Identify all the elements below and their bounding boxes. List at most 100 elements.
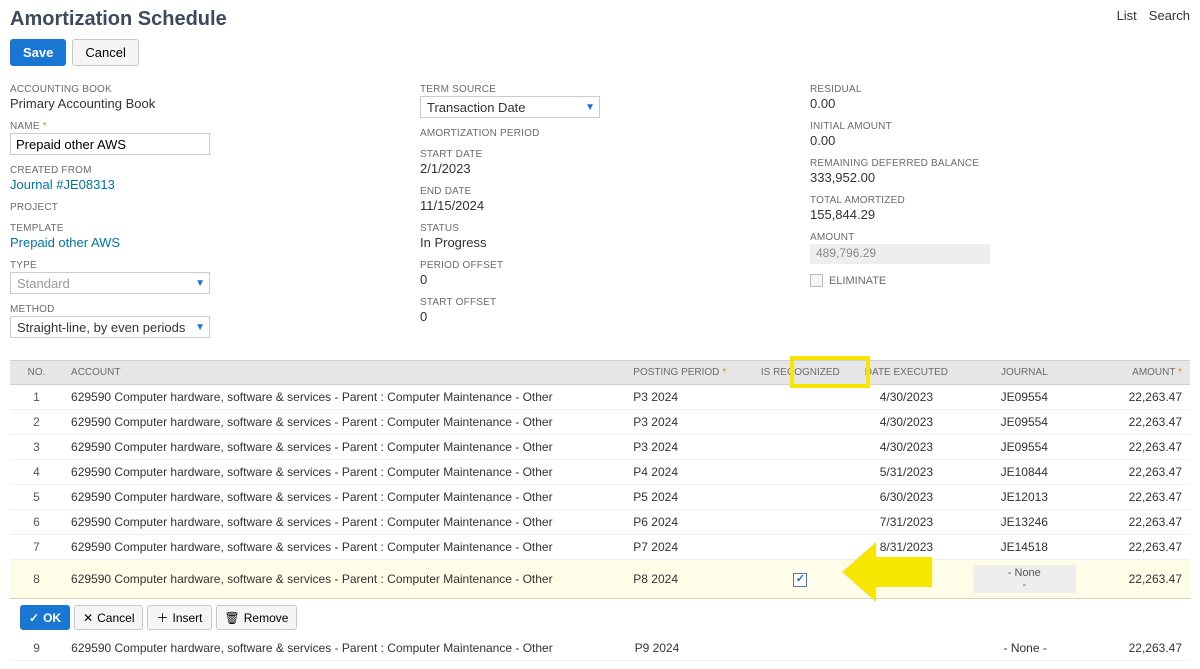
method-select[interactable]: Straight-line, by even periods ▼ bbox=[10, 316, 210, 338]
row-amount: 22,263.47 bbox=[1084, 410, 1190, 435]
total-amortized-label: TOTAL AMORTIZED bbox=[810, 195, 1190, 206]
page-title: Amortization Schedule bbox=[10, 8, 227, 31]
table-row[interactable]: 7629590 Computer hardware, software & se… bbox=[10, 535, 1190, 560]
period-offset-label: PERIOD OFFSET bbox=[420, 260, 790, 271]
type-label: TYPE bbox=[10, 260, 400, 271]
row-journal: JE09554 bbox=[965, 410, 1084, 435]
table-row[interactable]: 3629590 Computer hardware, software & se… bbox=[10, 435, 1190, 460]
start-offset-label: START OFFSET bbox=[420, 297, 790, 308]
col-date-executed: DATE EXECUTED bbox=[848, 361, 965, 385]
plus-icon: ＋ bbox=[156, 609, 168, 626]
table-row[interactable]: 1629590 Computer hardware, software & se… bbox=[10, 385, 1190, 410]
table-row[interactable]: 6629590 Computer hardware, software & se… bbox=[10, 510, 1190, 535]
amort-period-label: AMORTIZATION PERIOD bbox=[420, 128, 790, 139]
remaining-value: 333,952.00 bbox=[810, 170, 1190, 185]
remaining-label: REMAINING DEFERRED BALANCE bbox=[810, 158, 1190, 169]
row-amount: 22,263.47 bbox=[1084, 435, 1190, 460]
start-offset-value: 0 bbox=[420, 309, 790, 324]
initial-amount-value: 0.00 bbox=[810, 133, 1190, 148]
row-date: 4/30/2023 bbox=[848, 410, 965, 435]
term-source-select[interactable]: Transaction Date ▼ bbox=[420, 96, 600, 118]
status-label: STATUS bbox=[420, 223, 790, 234]
period-offset-value: 0 bbox=[420, 272, 790, 287]
row-period: P3 2024 bbox=[625, 410, 752, 435]
row-no: 6 bbox=[10, 510, 63, 535]
row-date: 4/30/2023 bbox=[848, 435, 965, 460]
col-account: ACCOUNT bbox=[63, 361, 625, 385]
table-row[interactable]: 9 629590 Computer hardware, software & s… bbox=[10, 636, 1190, 661]
row-amount: 22,263.47 bbox=[1084, 636, 1190, 661]
row-ok-button[interactable]: ✓OK bbox=[20, 605, 70, 630]
table-row[interactable]: 4629590 Computer hardware, software & se… bbox=[10, 460, 1190, 485]
table-row-editing[interactable]: 8 629590 Computer hardware, software & s… bbox=[10, 560, 1190, 599]
col-is-recognized: IS RECOGNIZED bbox=[753, 361, 848, 385]
row-no: 1 bbox=[10, 385, 63, 410]
row-date bbox=[850, 636, 967, 661]
row-account: 629590 Computer hardware, software & ser… bbox=[63, 460, 625, 485]
row-journal: JE09554 bbox=[965, 435, 1084, 460]
created-from-link[interactable]: Journal #JE08313 bbox=[10, 177, 400, 192]
row-journal: JE13246 bbox=[965, 510, 1084, 535]
row-date[interactable] bbox=[848, 560, 965, 599]
method-label: METHOD bbox=[10, 304, 400, 315]
chevron-down-icon: ▼ bbox=[195, 278, 205, 289]
trash-icon: 🗑 bbox=[225, 611, 240, 625]
row-insert-button[interactable]: ＋Insert bbox=[147, 605, 211, 630]
table-row[interactable]: 2629590 Computer hardware, software & se… bbox=[10, 410, 1190, 435]
row-journal: - None - bbox=[967, 636, 1084, 661]
row-journal: JE09554 bbox=[965, 385, 1084, 410]
row-account: 629590 Computer hardware, software & ser… bbox=[63, 535, 625, 560]
row-account: 629590 Computer hardware, software & ser… bbox=[63, 410, 625, 435]
total-amortized-value: 155,844.29 bbox=[810, 207, 1190, 222]
row-amount: 22,263.47 bbox=[1084, 535, 1190, 560]
table-row[interactable]: 5629590 Computer hardware, software & se… bbox=[10, 485, 1190, 510]
cancel-button[interactable]: Cancel bbox=[72, 39, 138, 66]
amount-label: AMOUNT bbox=[810, 232, 1190, 243]
type-select[interactable]: Standard ▼ bbox=[10, 272, 210, 294]
col-no: NO. bbox=[10, 361, 63, 385]
row-account: 629590 Computer hardware, software & ser… bbox=[63, 510, 625, 535]
schedule-table-after: 9 629590 Computer hardware, software & s… bbox=[10, 636, 1190, 661]
row-journal: JE12013 bbox=[965, 485, 1084, 510]
save-button[interactable]: Save bbox=[10, 39, 66, 66]
row-recognized[interactable] bbox=[753, 560, 848, 599]
template-link[interactable]: Prepaid other AWS bbox=[10, 235, 400, 250]
row-account[interactable]: 629590 Computer hardware, software & ser… bbox=[63, 560, 625, 599]
start-date-value: 2/1/2023 bbox=[420, 161, 790, 176]
check-icon: ✓ bbox=[29, 611, 39, 625]
col-posting-period: POSTING PERIOD * bbox=[625, 361, 752, 385]
project-label: PROJECT bbox=[10, 202, 400, 213]
row-period[interactable]: P8 2024 bbox=[625, 560, 752, 599]
eliminate-checkbox[interactable] bbox=[810, 274, 823, 287]
row-period: P9 2024 bbox=[627, 636, 755, 661]
x-icon: ✕ bbox=[83, 611, 93, 625]
row-no: 8 bbox=[10, 560, 63, 599]
chevron-down-icon: ▼ bbox=[585, 102, 595, 113]
row-remove-button[interactable]: 🗑Remove bbox=[216, 605, 298, 630]
row-recognized bbox=[753, 385, 848, 410]
col-journal: JOURNAL bbox=[965, 361, 1084, 385]
row-date: 4/30/2023 bbox=[848, 385, 965, 410]
row-journal[interactable]: - None - bbox=[965, 560, 1084, 599]
name-input[interactable] bbox=[10, 133, 210, 155]
list-link[interactable]: List bbox=[1117, 8, 1137, 23]
row-amount: 22,263.47 bbox=[1084, 460, 1190, 485]
search-link[interactable]: Search bbox=[1149, 8, 1190, 23]
row-no: 2 bbox=[10, 410, 63, 435]
row-amount[interactable]: 22,263.47 bbox=[1084, 560, 1190, 599]
row-account: 629590 Computer hardware, software & ser… bbox=[63, 636, 626, 661]
row-no: 4 bbox=[10, 460, 63, 485]
row-period: P3 2024 bbox=[625, 435, 752, 460]
row-date: 7/31/2023 bbox=[848, 510, 965, 535]
row-no: 5 bbox=[10, 485, 63, 510]
row-no: 9 bbox=[10, 636, 63, 661]
residual-value: 0.00 bbox=[810, 96, 1190, 111]
recognized-checkbox[interactable] bbox=[793, 573, 807, 587]
end-date-value: 11/15/2024 bbox=[420, 198, 790, 213]
row-period: P5 2024 bbox=[625, 485, 752, 510]
row-cancel-button[interactable]: ✕Cancel bbox=[74, 605, 143, 630]
name-label: NAME * bbox=[10, 121, 400, 132]
row-date: 6/30/2023 bbox=[848, 485, 965, 510]
col-amount: AMOUNT * bbox=[1084, 361, 1190, 385]
status-value: In Progress bbox=[420, 235, 790, 250]
